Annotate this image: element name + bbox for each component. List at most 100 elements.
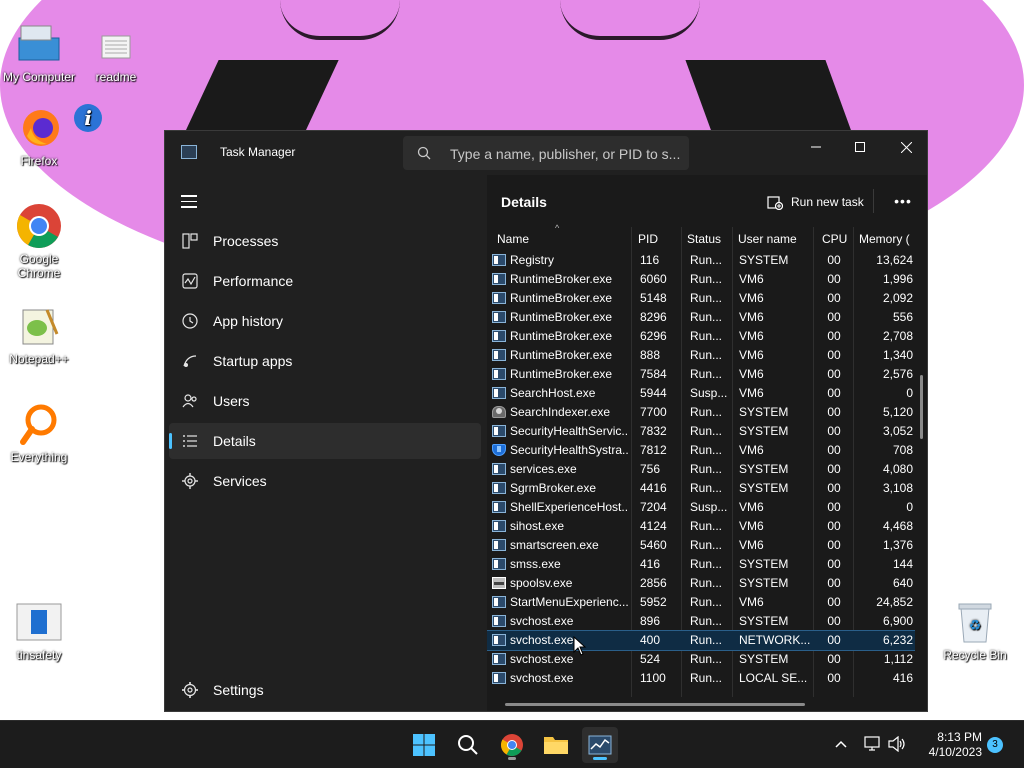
table-row[interactable]: sihost.exe 4124 Run... VM6 00 4,468 bbox=[487, 517, 915, 536]
maximize-button[interactable] bbox=[837, 131, 883, 163]
process-name: SecurityHealthSystra... bbox=[510, 443, 628, 457]
hamburger-menu-icon[interactable] bbox=[181, 195, 197, 208]
nav-item-startup-apps[interactable]: Startup apps bbox=[169, 343, 481, 379]
close-button[interactable] bbox=[883, 131, 929, 163]
nav-item-performance[interactable]: Performance bbox=[169, 263, 481, 299]
horizontal-scrollbar[interactable] bbox=[505, 703, 805, 706]
task-manager-icon bbox=[181, 145, 197, 159]
clock-date: 4/10/2023 bbox=[928, 745, 982, 759]
process-shield-icon bbox=[492, 444, 506, 456]
process-pid: 8296 bbox=[640, 310, 667, 324]
process-app-icon bbox=[492, 311, 506, 323]
desktop-icon-readme[interactable]: readme bbox=[78, 20, 154, 84]
network-icon[interactable] bbox=[864, 735, 882, 753]
process-user-name: VM6 bbox=[739, 538, 764, 552]
table-row[interactable]: RuntimeBroker.exe 888 Run... VM6 00 1,340 bbox=[487, 346, 915, 365]
process-app-icon bbox=[492, 520, 506, 532]
desktop-icon-my-computer[interactable]: My Computer bbox=[1, 20, 77, 84]
process-app-icon bbox=[492, 254, 506, 266]
column-header-user-name[interactable]: User name bbox=[738, 227, 814, 251]
taskbar-search-button[interactable] bbox=[450, 727, 486, 763]
process-name: RuntimeBroker.exe bbox=[510, 272, 613, 286]
table-row[interactable]: StartMenuExperienc... 5952 Run... VM6 00 24,8… bbox=[487, 593, 915, 612]
table-row[interactable]: svchost.exe 400 Run... NETWORK... 00 6,232 bbox=[487, 630, 915, 651]
search-icon bbox=[417, 146, 431, 160]
process-status: Run... bbox=[690, 367, 723, 381]
nav-item-services[interactable]: Services bbox=[169, 463, 481, 499]
process-cpu: 00 bbox=[827, 538, 841, 552]
process-cpu: 00 bbox=[827, 595, 841, 609]
column-header-cpu[interactable]: CPU bbox=[822, 227, 850, 251]
start-button[interactable] bbox=[406, 727, 442, 763]
nav-item-processes[interactable]: Processes bbox=[169, 223, 481, 259]
process-name: smss.exe bbox=[510, 557, 561, 571]
table-row[interactable]: Registry 116 Run... SYSTEM 00 13,624 bbox=[487, 251, 915, 270]
run-new-task-label: Run new task bbox=[791, 195, 864, 209]
process-app-icon bbox=[492, 387, 506, 399]
process-name: RuntimeBroker.exe bbox=[510, 310, 613, 324]
nav-item-users[interactable]: Users bbox=[169, 383, 481, 419]
column-header-status[interactable]: Status bbox=[687, 227, 731, 251]
process-pid: 5460 bbox=[640, 538, 667, 552]
vertical-scrollbar[interactable] bbox=[920, 375, 923, 439]
table-row[interactable]: RuntimeBroker.exe 6060 Run... VM6 00 1,996 bbox=[487, 270, 915, 289]
more-options-button[interactable]: ••• bbox=[891, 189, 915, 213]
desktop-icon-info[interactable]: i bbox=[50, 94, 126, 144]
table-row[interactable]: RuntimeBroker.exe 6296 Run... VM6 00 2,708 bbox=[487, 327, 915, 346]
table-row[interactable]: svchost.exe 1100 Run... LOCAL SE... 00 416 bbox=[487, 669, 915, 688]
search-input[interactable]: Type a name, publisher, or PID to s... bbox=[450, 146, 680, 162]
search-box[interactable]: Type a name, publisher, or PID to s... bbox=[403, 136, 689, 170]
nav-item-label: Settings bbox=[213, 682, 264, 698]
process-status: Run... bbox=[690, 633, 723, 647]
table-row[interactable]: spoolsv.exe 2856 Run... SYSTEM 00 640 bbox=[487, 574, 915, 593]
process-name: RuntimeBroker.exe bbox=[510, 348, 613, 362]
taskbar-task-manager-button[interactable] bbox=[582, 727, 618, 763]
processes-icon bbox=[182, 233, 198, 249]
details-pane: Details Run new task ••• ^ Name PID Stat… bbox=[487, 175, 927, 711]
run-new-task-button[interactable]: Run new task bbox=[767, 190, 864, 214]
table-row[interactable]: SgrmBroker.exe 4416 Run... SYSTEM 00 3,108 bbox=[487, 479, 915, 498]
desktop-icon-label: Google Chrome bbox=[17, 252, 61, 280]
desktop-icon-tinsafety[interactable]: tinsafety bbox=[1, 598, 77, 662]
table-row[interactable]: RuntimeBroker.exe 5148 Run... VM6 00 2,092 bbox=[487, 289, 915, 308]
document-icon bbox=[15, 598, 63, 646]
process-pid: 416 bbox=[640, 557, 661, 571]
column-header-name[interactable]: Name bbox=[497, 227, 627, 251]
column-header-memory[interactable]: Memory ( bbox=[859, 227, 915, 251]
nav-item-details[interactable]: Details bbox=[169, 423, 481, 459]
taskbar-file-explorer-button[interactable] bbox=[538, 727, 574, 763]
table-row[interactable]: services.exe 756 Run... SYSTEM 00 4,080 bbox=[487, 460, 915, 479]
process-user-name: VM6 bbox=[739, 519, 764, 533]
process-memory: 0 bbox=[906, 500, 913, 514]
table-row[interactable]: smss.exe 416 Run... SYSTEM 00 144 bbox=[487, 555, 915, 574]
process-pid: 1100 bbox=[640, 671, 666, 685]
show-hidden-icons-chevron-up-icon[interactable] bbox=[832, 735, 850, 753]
title-bar[interactable]: Task Manager Type a name, publisher, or … bbox=[165, 131, 927, 175]
process-user-name: VM6 bbox=[739, 272, 764, 286]
table-row[interactable]: ShellExperienceHost.... 7204 Susp... VM6 00 0 bbox=[487, 498, 915, 517]
nav-item-settings[interactable]: Settings bbox=[169, 672, 481, 708]
process-status: Run... bbox=[690, 462, 723, 476]
minimize-button[interactable] bbox=[793, 131, 839, 163]
notification-badge[interactable]: 3 bbox=[987, 737, 1003, 753]
volume-icon[interactable] bbox=[888, 735, 906, 753]
table-row[interactable]: RuntimeBroker.exe 8296 Run... VM6 00 556 bbox=[487, 308, 915, 327]
process-memory: 6,900 bbox=[882, 614, 913, 628]
table-row[interactable]: RuntimeBroker.exe 7584 Run... VM6 00 2,576 bbox=[487, 365, 915, 384]
desktop-icon-recycle-bin[interactable]: ♻ Recycle Bin bbox=[937, 598, 1013, 662]
table-row[interactable]: SecurityHealthSystra... 7812 Run... VM6 00 70… bbox=[487, 441, 915, 460]
desktop-icon-everything[interactable]: Everything bbox=[1, 400, 77, 464]
table-row[interactable]: svchost.exe 524 Run... SYSTEM 00 1,112 bbox=[487, 650, 915, 669]
desktop-icon-google-chrome[interactable]: Google Chrome bbox=[1, 202, 77, 280]
table-row[interactable]: SecurityHealthServic... 7832 Run... SYSTEM 0… bbox=[487, 422, 915, 441]
process-name: StartMenuExperienc... bbox=[510, 595, 628, 609]
column-header-pid[interactable]: PID bbox=[638, 227, 680, 251]
nav-item-app-history[interactable]: App history bbox=[169, 303, 481, 339]
table-row[interactable]: smartscreen.exe 5460 Run... VM6 00 1,376 bbox=[487, 536, 915, 555]
taskbar-chrome-button[interactable] bbox=[494, 727, 530, 763]
clock[interactable]: 8:13 PM 4/10/2023 bbox=[918, 730, 982, 760]
desktop-icon-notepadpp[interactable]: Notepad++ bbox=[1, 302, 77, 366]
table-row[interactable]: SearchIndexer.exe 7700 Run... SYSTEM 00 5,120 bbox=[487, 403, 915, 422]
table-row[interactable]: SearchHost.exe 5944 Susp... VM6 00 0 bbox=[487, 384, 915, 403]
table-row[interactable]: svchost.exe 896 Run... SYSTEM 00 6,900 bbox=[487, 612, 915, 631]
